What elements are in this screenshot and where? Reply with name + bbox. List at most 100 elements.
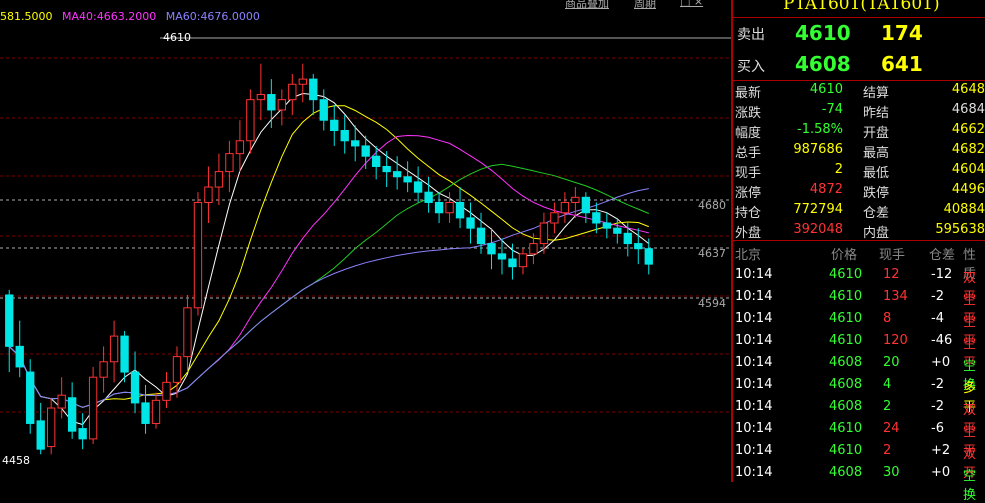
ma40-value: MA40:4663.2000 xyxy=(62,10,157,23)
field-value: 4662 xyxy=(951,122,985,137)
field-label: 昨结 xyxy=(863,106,890,121)
trade-oi: +0 xyxy=(931,355,951,370)
trade-price: 4610 xyxy=(829,267,863,282)
trade-oi: -4 xyxy=(931,311,944,326)
field-value: 4648 xyxy=(951,82,985,97)
candle-body xyxy=(487,243,496,255)
trade-header-loc: 北京 xyxy=(735,248,762,263)
candle-body xyxy=(623,232,632,245)
trade-header-price: 价格 xyxy=(831,248,858,263)
trade-volume: 2 xyxy=(883,399,892,414)
field-value: 392048 xyxy=(793,222,843,237)
candle-body xyxy=(319,99,328,121)
candle-body xyxy=(204,186,213,203)
trade-oi: -6 xyxy=(931,421,944,436)
candle-body xyxy=(99,361,108,378)
candle-body xyxy=(518,253,528,268)
field-label: 外盘 xyxy=(735,226,762,241)
trade-price: 4610 xyxy=(829,311,863,326)
field-value: 4610 xyxy=(809,82,843,97)
trade-oi: -12 xyxy=(931,267,953,282)
contract-title: PTA1601(TA1601) xyxy=(783,0,940,14)
candle-body xyxy=(403,176,412,183)
candle-body xyxy=(592,212,601,224)
trade-price: 4608 xyxy=(829,355,863,370)
period-menu[interactable]: 周期 xyxy=(634,0,656,11)
ma20-value: 581.5000 xyxy=(0,10,53,23)
trade-time: 10:14 xyxy=(735,267,773,282)
candle-body xyxy=(550,212,559,224)
price-labels: 4610 4458 4680 4637 4594 xyxy=(2,31,726,467)
field-value: 40884 xyxy=(943,202,985,217)
candles xyxy=(5,63,653,455)
trade-price: 4610 xyxy=(829,421,863,436)
trade-price: 4610 xyxy=(829,443,863,458)
level-label: 4594 xyxy=(698,297,726,310)
trade-row: 10:14 4610 8 -4 空平 xyxy=(733,308,985,349)
candle-body xyxy=(235,140,245,155)
candle-body xyxy=(36,420,45,450)
trade-oi: -46 xyxy=(931,333,953,348)
candle-body xyxy=(508,258,517,268)
buy-price: 4608 xyxy=(795,52,851,76)
field-label: 跌停 xyxy=(863,186,890,201)
candle-body xyxy=(256,94,266,101)
candle-body xyxy=(193,201,203,309)
candle-body xyxy=(309,78,318,101)
field-label: 开盘 xyxy=(863,126,890,141)
field-label: 结算 xyxy=(863,86,890,101)
trade-row: 10:14 4608 4 -2 多平 xyxy=(733,374,985,415)
candle-body xyxy=(214,171,224,188)
low-price-label: 4458 xyxy=(2,454,30,467)
field-value: 4684 xyxy=(951,102,985,117)
ma-legend: 581.5000 MA40:4663.2000 MA60:4676.0000 xyxy=(0,10,266,23)
trade-volume: 2 xyxy=(883,443,892,458)
candle-body xyxy=(382,165,391,173)
field-value: 2 xyxy=(834,162,843,177)
candle-body xyxy=(340,130,349,142)
candle-body xyxy=(298,78,307,85)
candle-body xyxy=(246,99,255,142)
trade-oi: +0 xyxy=(931,465,951,480)
trade-volume: 4 xyxy=(883,377,892,392)
trade-volume: 8 xyxy=(883,311,892,326)
field-value: -74 xyxy=(821,102,843,117)
trade-type: 空换 xyxy=(963,469,977,503)
field-label: 总手 xyxy=(735,146,762,161)
candle-body xyxy=(476,227,486,245)
candle-body xyxy=(330,119,339,132)
candle-body xyxy=(78,428,87,440)
trade-time: 10:14 xyxy=(735,311,773,326)
field-value: 4872 xyxy=(809,182,843,197)
candle-body xyxy=(529,243,538,255)
trade-volume: 134 xyxy=(883,289,908,304)
field-value: 4604 xyxy=(951,162,985,177)
trade-volume: 30 xyxy=(883,465,900,480)
field-label: 持仓 xyxy=(735,206,762,221)
candle-body xyxy=(172,356,182,383)
trade-price: 4610 xyxy=(829,289,863,304)
trade-oi: -2 xyxy=(931,377,944,392)
candle-body xyxy=(267,94,276,111)
candle-body xyxy=(109,335,119,363)
field-label: 涨跌 xyxy=(735,106,762,121)
candle-body xyxy=(455,201,465,219)
trade-time: 10:14 xyxy=(735,421,773,436)
trade-row: 10:14 4610 2 +2 双开 xyxy=(733,440,985,481)
trade-time: 10:14 xyxy=(735,465,773,480)
candle-body xyxy=(88,376,98,440)
overlay-menu[interactable]: 商品叠加 xyxy=(565,0,609,11)
trade-volume: 20 xyxy=(883,355,900,370)
candle-body xyxy=(183,307,192,358)
field-value: 4496 xyxy=(951,182,985,197)
candle-body xyxy=(225,153,234,173)
field-label: 最低 xyxy=(863,166,890,181)
candle-body xyxy=(130,371,140,404)
candle-body xyxy=(560,201,570,214)
candle-body xyxy=(466,217,475,229)
buy-label: 买入 xyxy=(737,59,765,75)
candle-body xyxy=(141,402,150,424)
trade-time: 10:14 xyxy=(735,443,773,458)
trade-price: 4610 xyxy=(829,333,863,348)
window-controls[interactable]: □ × xyxy=(680,0,703,8)
